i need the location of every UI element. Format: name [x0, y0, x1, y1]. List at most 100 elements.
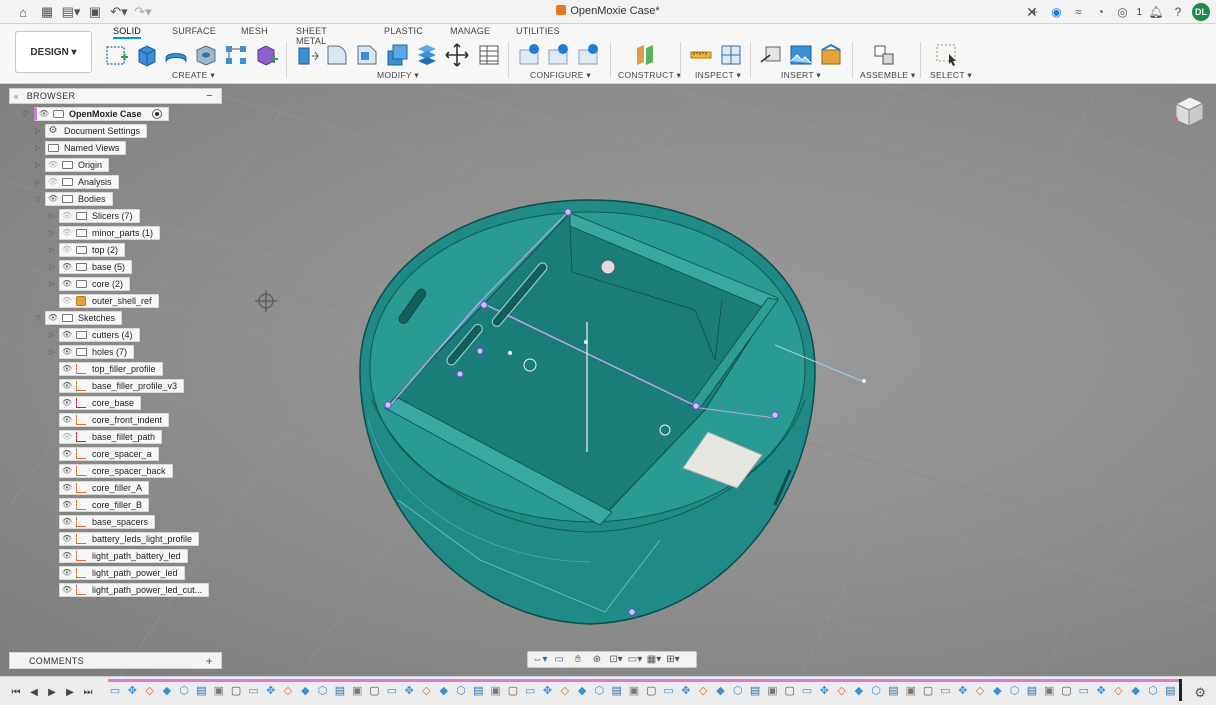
user-avatar[interactable]: DL [1192, 3, 1210, 21]
eye-icon[interactable]: 👁︎ [60, 329, 74, 341]
chevron-right-icon[interactable]: ▷ [33, 161, 43, 169]
tree-item[interactable]: 👁︎ core_filler_B [41, 496, 150, 513]
tree-item[interactable]: 👁︎ light_path_power_led [41, 564, 185, 581]
timeline-feature-icon[interactable]: ▣ [904, 685, 918, 698]
tree-item[interactable]: ▷ 👁︎ minor_parts (1) [41, 224, 161, 241]
press-pull-icon[interactable] [294, 42, 320, 68]
eye-icon[interactable]: 👁︎ [60, 227, 74, 239]
section-analysis-icon[interactable] [718, 42, 744, 68]
tab-utilities[interactable]: UTILITIES [516, 26, 560, 36]
revolve-icon[interactable] [163, 42, 189, 68]
assemble-menu[interactable]: ASSEMBLE ▾ [860, 70, 915, 81]
tab-solid[interactable]: SOLID [113, 26, 142, 39]
timeline-feature-icon[interactable]: ▭ [1077, 685, 1091, 698]
tree-item[interactable]: 👁︎ core_spacer_a [41, 445, 159, 462]
timeline-feature-icon[interactable]: ◆ [160, 685, 174, 698]
orbit-icon[interactable]: ⇔▾ [532, 653, 548, 666]
tree-item[interactable]: 👁︎ light_path_battery_led [41, 547, 188, 564]
fit-icon[interactable]: ⊡▾ [608, 653, 624, 666]
timeline-feature-icon[interactable]: ◆ [437, 685, 451, 698]
pan-icon[interactable]: ✋︎ [570, 653, 586, 666]
tree-item[interactable]: ▷ 👁︎ base (5) [41, 258, 133, 275]
eye-icon[interactable]: 👁︎ [60, 363, 74, 375]
insert-mcmaster-icon[interactable] [818, 42, 844, 68]
eye-icon[interactable]: 👁︎ [60, 346, 74, 358]
timeline-feature-icon[interactable]: ▣ [1042, 685, 1056, 698]
tree-item[interactable]: 👁︎ top_filler_profile [41, 360, 163, 377]
timeline-feature-icon[interactable]: ▭ [108, 685, 122, 698]
comments-panel[interactable]: COMMENTS + [9, 652, 222, 669]
inspect-menu[interactable]: INSPECT ▾ [695, 70, 741, 81]
timeline-feature-icon[interactable]: ⬡ [592, 685, 606, 698]
offset-plane-icon[interactable] [632, 42, 658, 68]
eye-icon[interactable]: 👁︎ [46, 312, 60, 324]
tree-item[interactable]: 👁︎ outer_shell_ref [41, 292, 159, 309]
timeline-feature-icon[interactable]: ✥ [264, 685, 278, 698]
change-parameters-icon[interactable] [476, 42, 502, 68]
timeline-feature-icon[interactable]: ▢ [783, 685, 797, 698]
move-copy-icon[interactable] [444, 42, 470, 68]
add-comment-icon[interactable]: + [206, 654, 213, 668]
eye-icon[interactable]: 👁︎ [60, 431, 74, 443]
configure-menu[interactable]: CONFIGURE ▾ [530, 70, 591, 81]
chevron-right-icon[interactable]: ▷ [47, 246, 57, 254]
chevron-down-icon[interactable]: ▽ [33, 195, 43, 203]
chevron-down-icon[interactable]: ▽ [33, 314, 43, 322]
tab-surface[interactable]: SURFACE [172, 26, 216, 36]
chevron-right-icon[interactable]: ▷ [33, 127, 43, 135]
go-to-start-icon[interactable]: ⏮︎ [10, 686, 22, 698]
eye-icon[interactable]: 👁︎ [46, 176, 60, 188]
timeline-track[interactable] [108, 679, 1180, 682]
eye-icon[interactable]: 👁︎ [60, 261, 74, 273]
timeline-feature-icon[interactable]: ⬡ [869, 685, 883, 698]
timeline-feature-icon[interactable]: ▣ [627, 685, 641, 698]
timeline-feature-icon[interactable]: ✥ [817, 685, 831, 698]
timeline-feature-icon[interactable]: ◇ [973, 685, 987, 698]
hole-icon[interactable] [193, 42, 219, 68]
timeline-feature-icon[interactable]: ◇ [696, 685, 710, 698]
eye-icon[interactable]: 👁︎ [60, 380, 74, 392]
extensions-icon[interactable]: ◉ [1048, 4, 1064, 20]
tree-item[interactable]: ▽ 👁︎ Bodies [27, 190, 113, 207]
eye-icon[interactable]: 👁︎ [60, 567, 74, 579]
tree-item[interactable]: 👁︎ core_spacer_back [41, 462, 173, 479]
timeline-feature-icon[interactable]: ▤ [1025, 685, 1039, 698]
timeline-feature-icon[interactable]: ▢ [368, 685, 382, 698]
timeline-feature-icon[interactable]: ◆ [990, 685, 1004, 698]
timeline-feature-icon[interactable]: ▭ [246, 685, 260, 698]
combine-icon[interactable] [414, 42, 440, 68]
eye-icon[interactable]: 👁︎ [46, 193, 60, 205]
timeline-feature-icon[interactable]: ◆ [1129, 685, 1143, 698]
timeline-feature-icon[interactable]: ✥ [956, 685, 970, 698]
timeline-feature-icon[interactable]: ▢ [1060, 685, 1074, 698]
create-sketch-icon[interactable] [104, 42, 130, 68]
eye-icon[interactable]: 👁︎ [60, 516, 74, 528]
tree-item[interactable]: 👁︎ base_spacers [41, 513, 156, 530]
eye-icon[interactable]: 👁︎ [60, 397, 74, 409]
tree-root[interactable]: ▽ 👁︎ OpenMoxie Case [17, 105, 169, 122]
eye-icon[interactable]: 👁︎ [60, 448, 74, 460]
tree-item[interactable]: ▷ 👁︎ Analysis [27, 173, 119, 190]
tree-item[interactable]: ▷ ⚙ Document Settings [27, 122, 148, 139]
joint-icon[interactable] [871, 42, 897, 68]
configure-rule-icon[interactable] [546, 42, 572, 68]
look-at-icon[interactable]: ▭ [551, 653, 567, 666]
workspace-switcher[interactable]: DESIGN ▾ [15, 31, 92, 73]
eye-icon[interactable]: 👁︎ [46, 159, 60, 171]
tree-item[interactable]: ▷ 👁︎ holes (7) [41, 343, 135, 360]
timeline-feature-icon[interactable]: ◆ [298, 685, 312, 698]
eye-icon[interactable]: 👁︎ [60, 584, 74, 596]
tree-item[interactable]: ▽ 👁︎ Sketches [27, 309, 123, 326]
timeline-feature-icon[interactable]: ▭ [385, 685, 399, 698]
tree-item[interactable]: 👁︎ light_path_power_led_cut... [41, 581, 210, 598]
timeline-feature-icon[interactable]: ◇ [558, 685, 572, 698]
chevron-right-icon[interactable]: ▷ [47, 348, 57, 356]
timeline-feature-icon[interactable]: ⬡ [177, 685, 191, 698]
tree-item[interactable]: ▷ 👁︎ core (2) [41, 275, 131, 292]
new-component-icon[interactable] [253, 42, 279, 68]
rectangle-pattern-icon[interactable] [223, 42, 249, 68]
timeline-feature-icon[interactable]: ▭ [523, 685, 537, 698]
chevron-down-icon[interactable]: ▽ [20, 110, 30, 118]
eye-icon[interactable]: 👁︎ [60, 278, 74, 290]
tab-plastic[interactable]: PLASTIC [384, 26, 423, 36]
